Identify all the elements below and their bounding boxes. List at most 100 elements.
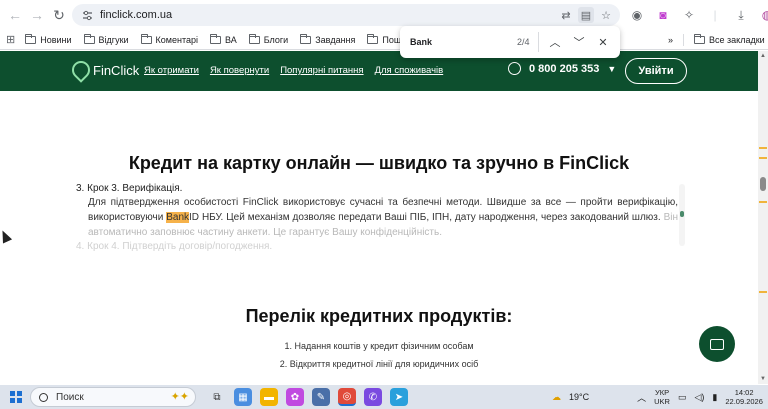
page-scrollbar[interactable]: ▲ ▼ — [758, 51, 768, 384]
language-indicator[interactable]: УКР UKR — [654, 388, 670, 406]
file-explorer-icon[interactable]: ▬ — [260, 388, 278, 406]
windows-start-icon[interactable] — [10, 391, 22, 403]
lang-top: УКР — [654, 388, 670, 397]
page-heading: Кредит на картку онлайн — швидко та зруч… — [128, 153, 630, 173]
site-logo[interactable]: FinClick — [68, 57, 139, 83]
folder-icon — [300, 33, 312, 44]
camera-icon[interactable]: ◉ — [626, 4, 648, 26]
folder-icon — [694, 34, 706, 44]
clock-icon — [508, 62, 521, 75]
mouse-cursor — [0, 228, 13, 244]
search-icon — [39, 392, 48, 402]
step-3-title: 3. Крок 3. Верифікація. — [76, 183, 183, 194]
folder-icon — [25, 33, 37, 44]
back-icon[interactable]: ← — [4, 4, 26, 26]
reload-icon[interactable]: ↻ — [48, 4, 70, 26]
bookmark-item[interactable]: Відгуки — [83, 33, 129, 45]
scroll-down-icon[interactable]: ▼ — [760, 376, 766, 382]
weather-temp[interactable]: 19°C — [569, 392, 589, 402]
chrome-icon[interactable]: ◎ — [338, 388, 356, 406]
scroll-thumb[interactable] — [760, 177, 766, 191]
chevron-down-icon[interactable]: ﹀ — [570, 33, 588, 51]
bookmark-item[interactable]: ВА — [210, 33, 237, 45]
login-button[interactable]: Увійти — [625, 58, 687, 84]
telegram-icon[interactable]: ➤ — [390, 388, 408, 406]
menu-how-to-repay[interactable]: Як повернути — [210, 65, 269, 76]
bookmark-label: Коментарі — [155, 34, 198, 45]
menu-faq[interactable]: Популярні питання — [280, 65, 363, 76]
store-icon[interactable]: ▦ — [234, 388, 252, 406]
bookmark-label: Відгуки — [98, 34, 129, 45]
step-3-text-part: ID НБУ. Цей механізм дозволяє передати В… — [189, 212, 664, 223]
close-icon[interactable]: ✕ — [594, 33, 612, 51]
menu-how-to-get[interactable]: Як отримати — [144, 65, 199, 76]
menu-for-consumers[interactable]: Для споживачів — [375, 65, 444, 76]
download-icon[interactable]: ⤓ — [730, 4, 752, 26]
viber-icon[interactable]: ✆ — [364, 388, 382, 406]
bookmark-label: ВА — [225, 34, 237, 45]
search-label: Поиск — [56, 391, 84, 403]
task-view-icon[interactable]: ⧉ — [208, 388, 226, 406]
weather-icon[interactable]: ☁ — [552, 392, 561, 403]
find-count: 2/4 — [517, 37, 530, 47]
bookmark-item[interactable]: Завдання — [300, 33, 356, 45]
products-heading: Перелік кредитних продуктів: — [245, 306, 513, 326]
step-3-text: Для підтвердження особистості FinClick в… — [88, 195, 678, 240]
all-bookmarks-folder[interactable]: Все закладки — [694, 34, 765, 45]
folder-icon — [248, 33, 260, 44]
apps-grid-icon[interactable]: ⊞ — [6, 33, 15, 46]
folder-icon — [210, 33, 221, 44]
folder-icon — [83, 33, 95, 44]
bookmark-label: Новини — [40, 34, 72, 45]
bookmark-item[interactable]: Новини — [25, 33, 72, 45]
notepad-icon[interactable]: ✎ — [312, 388, 330, 406]
find-highlight: Bank — [166, 212, 190, 223]
scroll-up-icon[interactable]: ▲ — [760, 53, 766, 59]
phone-number: 0 800 205 353 — [529, 62, 600, 75]
address-bar[interactable]: finclick.com.ua ⇄ ▤ ☆ — [72, 4, 620, 26]
folder-icon — [367, 33, 379, 44]
tray-chevron-icon[interactable]: ︿ — [637, 391, 646, 404]
windows-taskbar: Поиск ✦✦ ⧉ ▦ ▬ ✿ ✎ ◎ ✆ ➤ ☁ 19°C ︿ УКР UK… — [0, 385, 768, 409]
taskbar-clock[interactable]: 14:02 22.09.2026 — [725, 388, 763, 406]
bookmark-label: Завдання — [315, 34, 356, 45]
search-highlight-icon: ✦✦ — [170, 391, 189, 403]
phone-block[interactable]: 0 800 205 353 ▼ — [508, 62, 616, 75]
caret-down-icon[interactable]: ▼ — [607, 64, 616, 74]
extensions-puzzle-icon[interactable]: ✧ — [678, 4, 700, 26]
extension-color-icon[interactable]: ◙ — [652, 4, 674, 26]
browser-toolbar: ← → ↻ finclick.com.ua ⇄ ▤ ☆ ◉ ◙ ✧ | ⤓ ◍ … — [0, 0, 768, 30]
site-info-icon[interactable] — [80, 8, 94, 22]
main-menu: Як отримати Як повернути Популярні питан… — [144, 65, 443, 76]
chat-icon — [710, 338, 724, 350]
profile-icon[interactable]: ◍ — [756, 4, 768, 26]
battery-icon[interactable]: ▮ — [712, 392, 717, 403]
all-bookmarks-label: Все закладки — [709, 35, 765, 45]
volume-icon[interactable]: ◁) — [694, 392, 704, 403]
steps-scroll-thumb[interactable] — [680, 211, 684, 217]
taskbar-search[interactable]: Поиск ✦✦ — [30, 387, 196, 407]
translate-icon[interactable]: ⇄ — [558, 7, 574, 23]
product-item: 1. Надання коштів у кредит фізичним особ… — [284, 341, 474, 351]
forward-icon[interactable]: → — [26, 4, 48, 26]
divider-icon: | — [713, 8, 717, 22]
chevron-up-icon[interactable]: ︿ — [546, 33, 564, 51]
site-header: FinClick Як отримати Як повернути Популя… — [0, 51, 758, 91]
divider — [683, 34, 685, 46]
find-input[interactable]: Bank — [410, 37, 432, 47]
copilot-icon[interactable]: ✿ — [286, 388, 304, 406]
product-item: 2. Відкриття кредитної лінії для юридичн… — [279, 359, 479, 369]
bookmark-label: Блоги — [263, 34, 289, 45]
find-bar: Bank 2/4 ︿ ﹀ ✕ — [400, 26, 620, 58]
bookmark-item[interactable]: Коментарі — [140, 33, 198, 45]
bookmark-star-icon[interactable]: ☆ — [598, 7, 614, 23]
time: 14:02 — [734, 388, 754, 397]
chat-button[interactable] — [699, 326, 735, 362]
steps-scrollbar[interactable] — [679, 184, 685, 246]
bookmark-item[interactable]: Блоги — [248, 33, 289, 45]
page-icon[interactable]: ▤ — [578, 7, 594, 23]
network-icon[interactable]: ▭ — [678, 392, 687, 403]
bookmarks-bar: ⊞ Новини Відгуки Коментарі ВА Блоги Завд… — [0, 30, 768, 50]
more-bookmarks-icon[interactable]: » — [668, 35, 673, 45]
date: 22.09.2026 — [725, 397, 763, 406]
